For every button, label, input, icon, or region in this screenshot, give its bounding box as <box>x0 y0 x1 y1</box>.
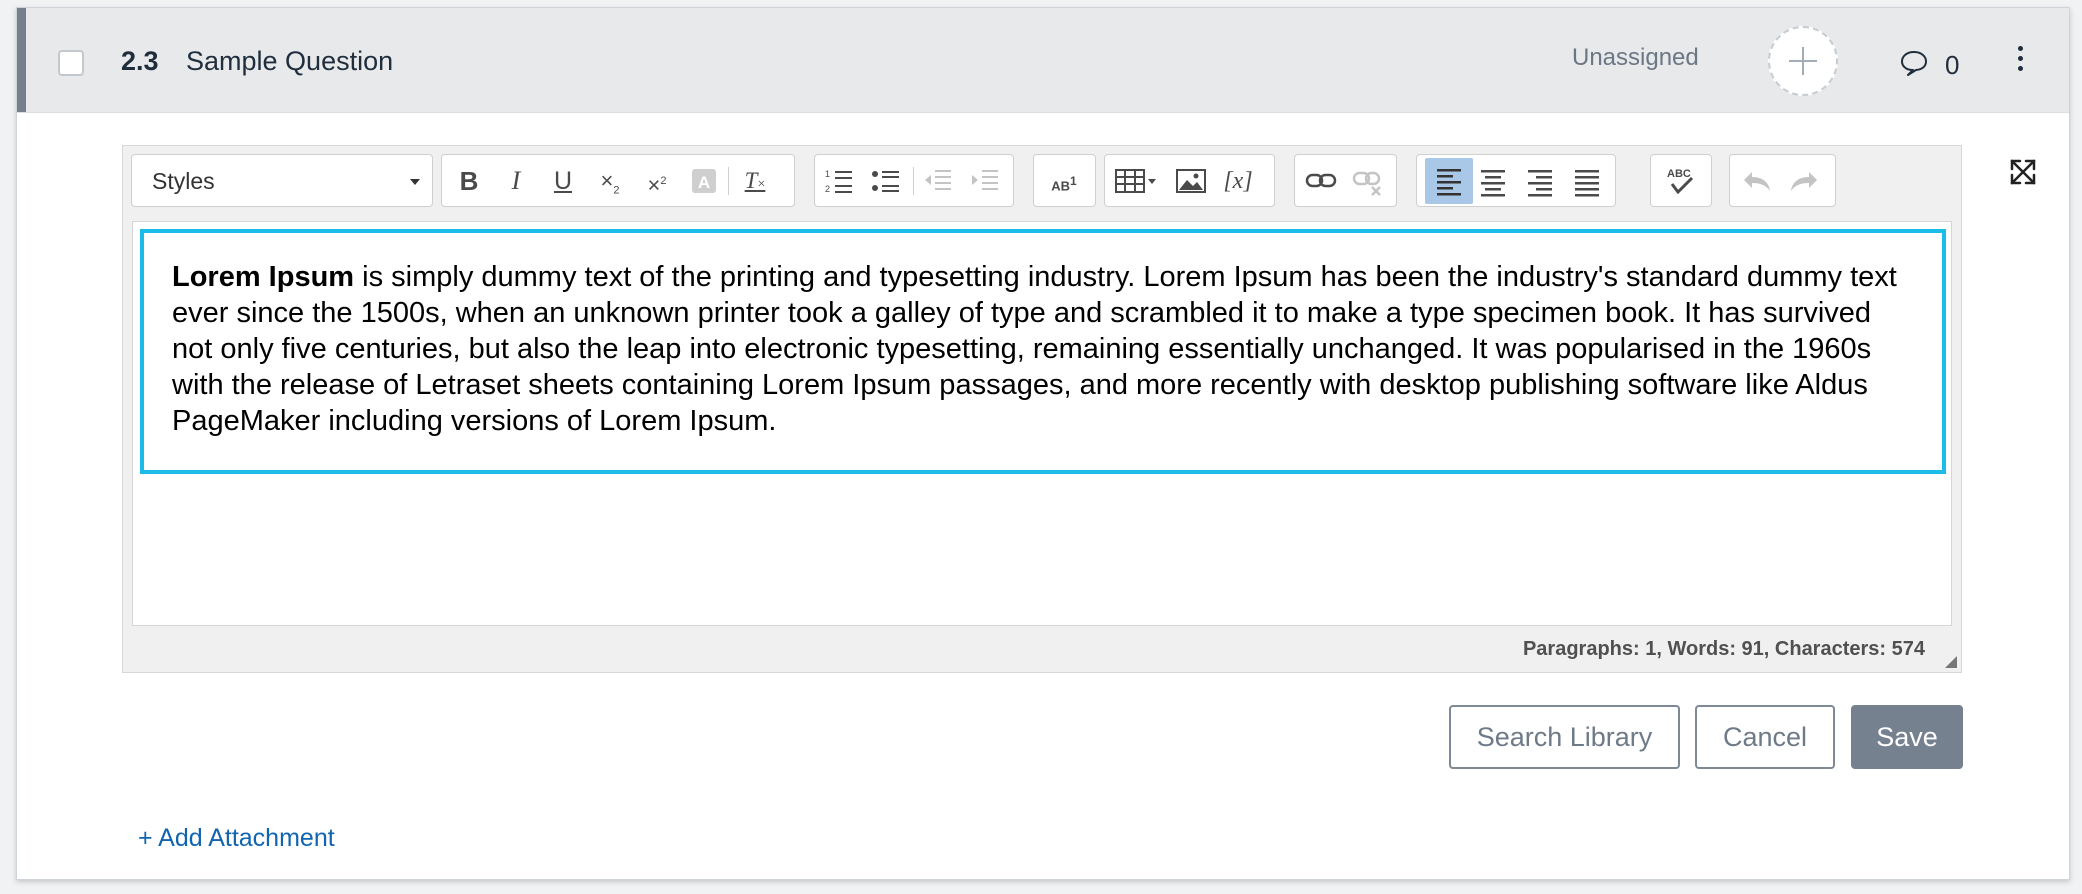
word-count-status: Paragraphs: 1, Words: 91, Characters: 57… <box>1522 638 1925 660</box>
superscript-button[interactable]: ×2 <box>640 164 674 198</box>
rich-text-editor: Styles B I U ×2 ×2 A T× 12 AB1 [x] ABC L… <box>122 145 1962 673</box>
focused-paragraph[interactable]: Lorem Ipsum is simply dummy text of the … <box>140 229 1946 474</box>
basic-styles-group: B I U ×2 ×2 A T× <box>441 154 795 207</box>
language-marker-icon[interactable]: AB1 <box>1047 164 1081 198</box>
subscript-button[interactable]: ×2 <box>593 164 627 198</box>
styles-label: Styles <box>152 168 215 194</box>
bold-lead-text: Lorem Ipsum <box>172 261 355 293</box>
question-number: 2.3 <box>121 46 159 76</box>
styles-dropdown[interactable]: Styles <box>131 154 433 207</box>
spellcheck-group: ABC <box>1650 154 1712 207</box>
align-right-icon[interactable] <box>1523 164 1557 198</box>
align-justify-icon[interactable] <box>1570 164 1604 198</box>
language-group: AB1 <box>1033 154 1096 207</box>
formula-icon[interactable]: [x] <box>1221 164 1255 198</box>
align-left-icon[interactable] <box>1425 158 1473 204</box>
paragraph-text[interactable]: Lorem Ipsum is simply dummy text of the … <box>172 259 1914 439</box>
question-card: 2.3 Sample Question Unassigned 0 Styles <box>16 7 2070 880</box>
align-center-icon[interactable] <box>1476 164 1510 198</box>
decrease-indent-icon[interactable] <box>921 164 955 198</box>
assignee-status[interactable]: Unassigned <box>1572 44 1699 72</box>
search-library-button[interactable]: Search Library <box>1449 705 1680 769</box>
numbered-list-icon[interactable]: 12 <box>822 164 856 198</box>
add-attachment-link[interactable]: + Add Attachment <box>138 824 335 853</box>
question-select-checkbox[interactable] <box>58 50 84 76</box>
remove-format-icon[interactable]: T× <box>738 164 772 198</box>
header-accent-bar <box>17 8 26 112</box>
cancel-button[interactable]: Cancel <box>1695 705 1835 769</box>
underline-button[interactable]: U <box>546 164 580 198</box>
table-icon[interactable] <box>1113 164 1161 198</box>
question-title: Sample Question <box>186 46 394 76</box>
bold-button[interactable]: B <box>452 164 486 198</box>
spell-check-icon[interactable]: ABC <box>1664 164 1698 198</box>
comment-count: 0 <box>1945 50 1960 80</box>
italic-button[interactable]: I <box>499 164 533 198</box>
svg-text:1: 1 <box>825 169 830 179</box>
list-group: 12 <box>814 154 1014 207</box>
alignment-group <box>1416 154 1616 207</box>
increase-indent-icon[interactable] <box>968 164 1002 198</box>
add-assignee-button[interactable] <box>1768 26 1838 96</box>
insert-group: [x] <box>1104 154 1275 207</box>
question-header: 2.3 Sample Question Unassigned 0 <box>17 8 2069 113</box>
chevron-down-icon <box>410 179 420 185</box>
more-options-icon[interactable] <box>2017 46 2025 76</box>
expand-icon[interactable] <box>2006 155 2040 189</box>
redo-icon[interactable] <box>1787 164 1821 198</box>
undo-redo-group <box>1729 154 1836 207</box>
image-icon[interactable] <box>1174 164 1208 198</box>
resize-handle[interactable] <box>1945 656 1957 668</box>
bulleted-list-icon[interactable] <box>869 164 903 198</box>
body-text: is simply dummy text of the printing and… <box>172 261 1897 437</box>
comment-icon[interactable] <box>1899 48 1929 78</box>
svg-text:2: 2 <box>825 184 830 194</box>
undo-icon[interactable] <box>1740 164 1774 198</box>
text-color-icon[interactable]: A <box>687 164 721 198</box>
link-group <box>1294 154 1397 207</box>
plus-icon-vertical <box>1802 47 1804 75</box>
save-button[interactable]: Save <box>1851 705 1963 769</box>
unlink-icon[interactable] <box>1351 164 1385 198</box>
svg-text:A: A <box>698 173 710 192</box>
svg-text:ABC: ABC <box>1667 168 1691 180</box>
link-icon[interactable] <box>1304 164 1338 198</box>
editor-content-area[interactable]: Lorem Ipsum is simply dummy text of the … <box>132 221 1952 626</box>
